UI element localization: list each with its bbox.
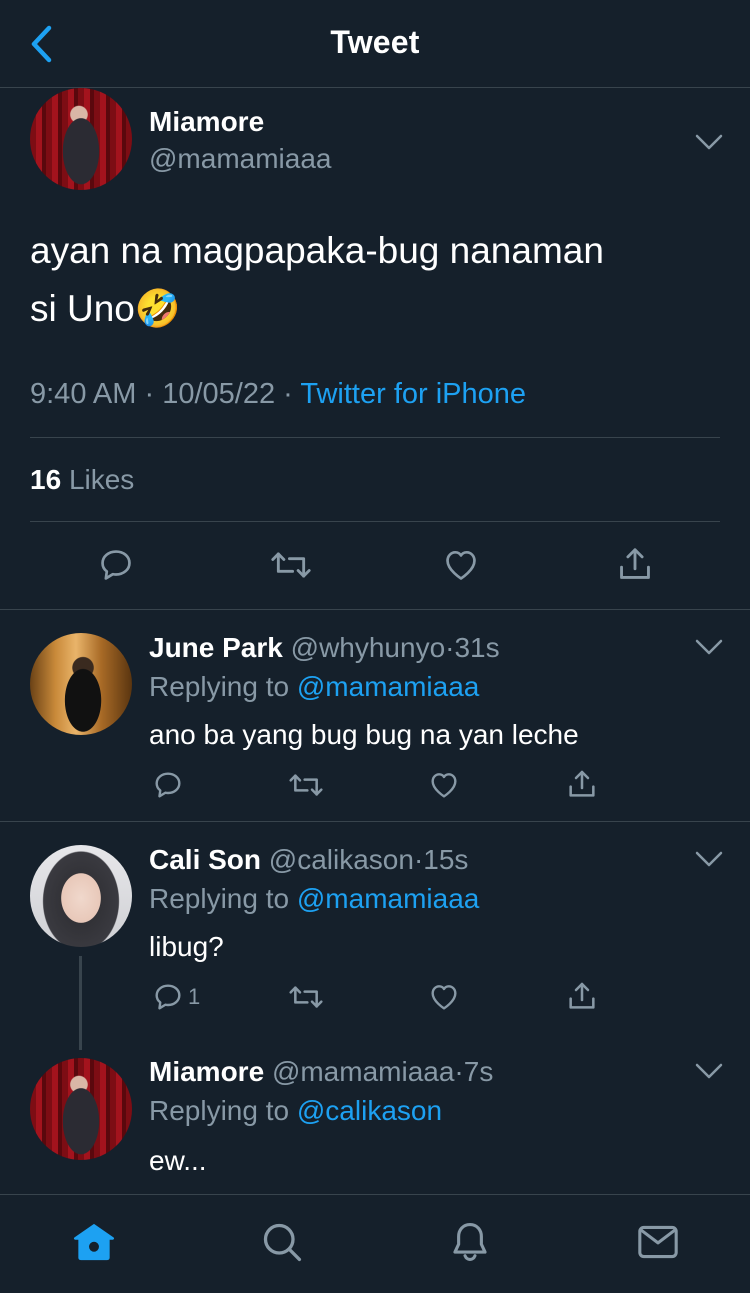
chevron-down-icon[interactable] (694, 1061, 724, 1081)
retweet-icon (289, 986, 323, 1008)
reply-header: Cali Son @calikason·15s (149, 844, 468, 876)
avatar[interactable] (30, 633, 132, 735)
avatar[interactable] (30, 88, 132, 190)
likes-count-link[interactable]: 16 Likes (30, 464, 134, 496)
notifications-icon (453, 1223, 487, 1261)
divider (30, 437, 720, 438)
chevron-down-icon[interactable] (694, 132, 724, 152)
reply-author-name[interactable]: Miamore (149, 1056, 264, 1087)
divider (0, 609, 750, 610)
reply-text: ew... (149, 1145, 207, 1176)
tab-home[interactable] (69, 1217, 119, 1267)
heart-icon (446, 550, 476, 580)
avatar[interactable] (30, 1058, 132, 1160)
chevron-down-icon[interactable] (694, 637, 724, 657)
separator: · (283, 378, 293, 410)
chevron-down-icon[interactable] (694, 849, 724, 869)
reply-header: Miamore @mamamiaaa·7s (149, 1056, 493, 1088)
share-button[interactable] (616, 544, 654, 584)
replying-to: Replying to @calikason (149, 1095, 442, 1127)
likes-label: Likes (68, 464, 135, 495)
share-icon (569, 982, 595, 1009)
page-title: Tweet (330, 24, 420, 60)
reply-button[interactable] (97, 546, 135, 584)
mention-link[interactable]: @mamamiaaa (297, 883, 479, 914)
bottom-tab-bar (0, 1194, 750, 1293)
tweet-time: 9:40 AM (30, 378, 137, 410)
replying-to-label: Replying to (149, 1095, 290, 1126)
share-icon (569, 770, 595, 797)
laughing-emoji: 🤣 (134, 288, 181, 329)
reply-icon (155, 984, 181, 1010)
like-button[interactable] (427, 981, 461, 1013)
share-button[interactable] (566, 979, 598, 1013)
replying-to: Replying to @mamamiaaa (149, 671, 479, 703)
replying-to-label: Replying to (149, 671, 290, 702)
reply-author-handle[interactable]: @calikason (269, 844, 414, 875)
reply-icon (155, 772, 181, 798)
heart-icon (431, 985, 457, 1010)
reply-age: 15s (423, 844, 469, 875)
replying-to: Replying to @mamamiaaa (149, 883, 479, 915)
heart-icon (431, 773, 457, 798)
tweet-text: ayan na magpapaka-bug nanaman si Uno🤣 (30, 222, 720, 338)
retweet-icon (289, 774, 323, 796)
tab-messages[interactable] (633, 1217, 683, 1267)
thread-connector (79, 956, 82, 1050)
messages-icon (638, 1225, 678, 1259)
retweet-icon (271, 552, 311, 578)
divider (0, 821, 750, 822)
tweet-text-line: si Uno🤣 (30, 280, 720, 338)
divider (30, 521, 720, 522)
retweet-button[interactable] (288, 769, 324, 801)
search-icon (263, 1223, 302, 1262)
retweet-button[interactable] (288, 981, 324, 1013)
replying-to-label: Replying to (149, 883, 290, 914)
tweet-date: 10/05/22 (162, 378, 276, 410)
avatar[interactable] (30, 845, 132, 947)
tab-notifications[interactable] (445, 1217, 495, 1267)
retweet-button[interactable] (270, 546, 312, 584)
author-name[interactable]: Miamore (149, 106, 264, 138)
reply-author-name[interactable]: June Park (149, 632, 283, 663)
reply-author-name[interactable]: Cali Son (149, 844, 261, 875)
reply-age: 31s (454, 632, 500, 663)
tab-search[interactable] (257, 1217, 307, 1267)
reply-text: ano ba yang bug bug na yan leche (149, 719, 579, 750)
like-button[interactable] (427, 769, 461, 801)
top-bar: Tweet (0, 0, 750, 88)
separator: · (454, 1056, 464, 1087)
reply-button[interactable]: 1 (152, 981, 200, 1013)
tweet-source-link[interactable]: Twitter for iPhone (300, 378, 526, 410)
reply-header: June Park @whyhunyo·31s (149, 632, 500, 664)
reply-icon (101, 550, 131, 580)
tweet-text-line2: si Uno (30, 288, 135, 329)
author-handle[interactable]: @mamamiaaa (149, 143, 331, 175)
likes-number: 16 (30, 464, 62, 495)
separator: · (144, 378, 155, 410)
mention-link[interactable]: @calikason (297, 1095, 442, 1126)
home-icon (73, 1223, 115, 1261)
share-button[interactable] (566, 767, 598, 801)
mention-link[interactable]: @mamamiaaa (297, 671, 479, 702)
separator: · (413, 844, 424, 875)
share-icon (620, 548, 650, 579)
reply-count: 1 (188, 984, 201, 1009)
tweet-text-line: ayan na magpapaka-bug nanaman (30, 230, 604, 271)
reply-button[interactable] (152, 769, 184, 801)
reply-age: 7s (463, 1056, 494, 1087)
reply-author-handle[interactable]: @whyhunyo (291, 632, 446, 663)
reply-author-handle[interactable]: @mamamiaaa (272, 1056, 454, 1087)
reply-text: libug? (149, 931, 224, 962)
tweet-meta: 9:40 AM · 10/05/22 · Twitter for iPhone (30, 378, 526, 411)
like-button[interactable] (441, 546, 481, 584)
